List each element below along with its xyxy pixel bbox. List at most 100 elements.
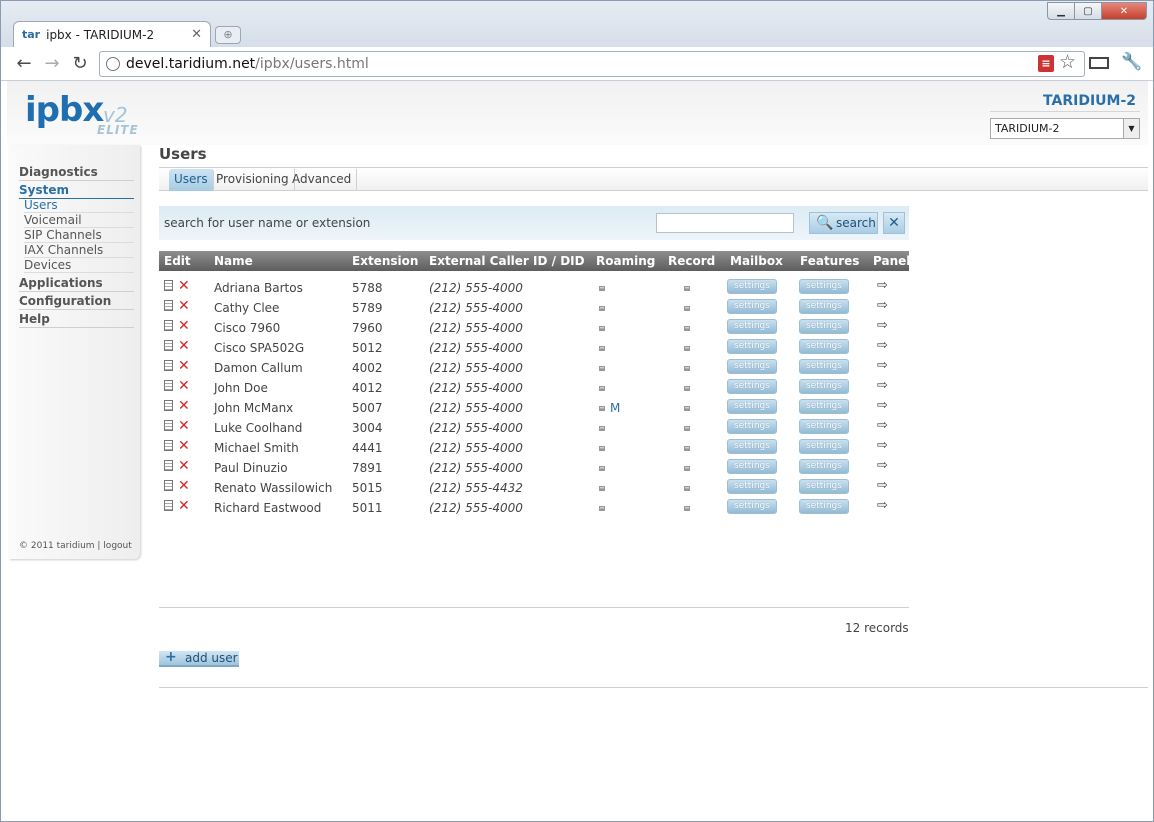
window-close-button[interactable]: ✕ [1101,2,1147,20]
clear-search-button[interactable]: ✕ [883,212,905,234]
edit-icon[interactable] [164,300,173,311]
maximize-button[interactable]: ▢ [1074,2,1102,20]
search-button[interactable]: 🔍 search [809,212,878,234]
features-settings-button[interactable]: settings [799,399,849,414]
mailbox-settings-button[interactable]: settings [727,359,777,374]
sidebar-item-sip-channels[interactable]: SIP Channels [24,228,134,243]
record-checkbox[interactable] [684,466,690,471]
mailbox-settings-button[interactable]: settings [727,439,777,454]
delete-icon[interactable]: ✕ [178,298,190,314]
add-user-button[interactable]: + add user [159,650,239,667]
roaming-checkbox[interactable] [599,406,605,411]
roaming-checkbox[interactable] [599,506,605,511]
roaming-checkbox[interactable] [599,426,605,431]
roaming-checkbox[interactable] [599,326,605,331]
record-checkbox[interactable] [684,366,690,371]
bookmark-star-icon[interactable]: ☆ [1059,51,1076,73]
delete-icon[interactable]: ✕ [178,418,190,434]
panel-icon[interactable]: ⇨ [877,338,888,353]
roaming-checkbox[interactable] [599,486,605,491]
mailbox-settings-button[interactable]: settings [727,459,777,474]
features-settings-button[interactable]: settings [799,319,849,334]
roaming-checkbox[interactable] [599,286,605,291]
features-settings-button[interactable]: settings [799,419,849,434]
wrench-icon[interactable]: 🔧 [1121,52,1142,72]
delete-icon[interactable]: ✕ [178,318,190,334]
roaming-checkbox[interactable] [599,466,605,471]
mailbox-settings-button[interactable]: settings [727,419,777,434]
delete-icon[interactable]: ✕ [178,478,190,494]
record-checkbox[interactable] [684,286,690,291]
mailbox-settings-button[interactable]: settings [727,299,777,314]
nav-diagnostics[interactable]: Diagnostics [19,165,134,181]
sidebar-item-users[interactable]: Users [24,198,134,213]
minimize-button[interactable]: ▁ [1047,2,1075,20]
panel-icon[interactable]: ⇨ [877,378,888,393]
features-settings-button[interactable]: settings [799,279,849,294]
column-header[interactable]: Name [214,254,253,268]
server-select[interactable]: TARIDIUM-2 ▼ [990,118,1140,139]
roaming-checkbox[interactable] [599,306,605,311]
edit-icon[interactable] [164,440,173,451]
mailbox-settings-button[interactable]: settings [727,479,777,494]
roaming-checkbox[interactable] [599,446,605,451]
search-input[interactable] [656,213,794,233]
panel-icon[interactable]: ⇨ [877,458,888,473]
panel-icon[interactable]: ⇨ [877,498,888,513]
record-checkbox[interactable] [684,306,690,311]
panel-icon[interactable]: ⇨ [877,278,888,293]
edit-icon[interactable] [164,380,173,391]
nav-help[interactable]: Help [19,312,134,328]
nav-applications[interactable]: Applications [19,276,134,292]
delete-icon[interactable]: ✕ [178,458,190,474]
roaming-checkbox[interactable] [599,386,605,391]
forward-arrow-icon[interactable]: → [41,53,63,74]
back-arrow-icon[interactable]: ← [13,53,35,74]
features-settings-button[interactable]: settings [799,359,849,374]
delete-icon[interactable]: ✕ [178,338,190,354]
panel-icon[interactable]: ⇨ [877,358,888,373]
delete-icon[interactable]: ✕ [178,278,190,294]
footer-copyright[interactable]: © 2011 taridium | logout [19,541,132,551]
sidebar-item-voicemail[interactable]: Voicemail [24,213,134,228]
extension-icon[interactable]: ≡ [1038,55,1054,72]
features-settings-button[interactable]: settings [799,439,849,454]
panel-icon[interactable]: ⇨ [877,298,888,313]
address-bar[interactable]: devel.taridium.net/ipbx/users.html [99,51,1085,77]
tab-advanced[interactable]: Advanced [287,169,358,191]
delete-icon[interactable]: ✕ [178,358,190,374]
delete-icon[interactable]: ✕ [178,438,190,454]
roaming-checkbox[interactable] [599,366,605,371]
mailbox-settings-button[interactable]: settings [727,399,777,414]
edit-icon[interactable] [164,480,173,491]
delete-icon[interactable]: ✕ [178,498,190,514]
record-checkbox[interactable] [684,386,690,391]
delete-icon[interactable]: ✕ [178,398,190,414]
edit-icon[interactable] [164,500,173,511]
record-checkbox[interactable] [684,446,690,451]
edit-icon[interactable] [164,460,173,471]
record-checkbox[interactable] [684,406,690,411]
new-tab-button[interactable]: ⊕ [215,26,241,44]
record-checkbox[interactable] [684,486,690,491]
features-settings-button[interactable]: settings [799,459,849,474]
panel-icon[interactable]: ⇨ [877,398,888,413]
record-checkbox[interactable] [684,346,690,351]
edit-icon[interactable] [164,420,173,431]
sidebar-item-devices[interactable]: Devices [24,258,134,273]
mailbox-settings-button[interactable]: settings [727,319,777,334]
features-settings-button[interactable]: settings [799,479,849,494]
mailbox-settings-button[interactable]: settings [727,499,777,514]
roaming-checkbox[interactable] [599,346,605,351]
column-header[interactable]: External Caller ID / DID [429,254,585,268]
features-settings-button[interactable]: settings [799,299,849,314]
features-settings-button[interactable]: settings [799,339,849,354]
tab-provisioning[interactable]: Provisioning [211,169,295,191]
record-checkbox[interactable] [684,506,690,511]
panel-icon[interactable]: ⇨ [877,478,888,493]
chevron-down-icon[interactable]: ▼ [1123,119,1139,138]
edit-icon[interactable] [164,400,173,411]
delete-icon[interactable]: ✕ [178,378,190,394]
panel-icon[interactable]: ⇨ [877,318,888,333]
tab-users[interactable]: Users [169,169,214,191]
